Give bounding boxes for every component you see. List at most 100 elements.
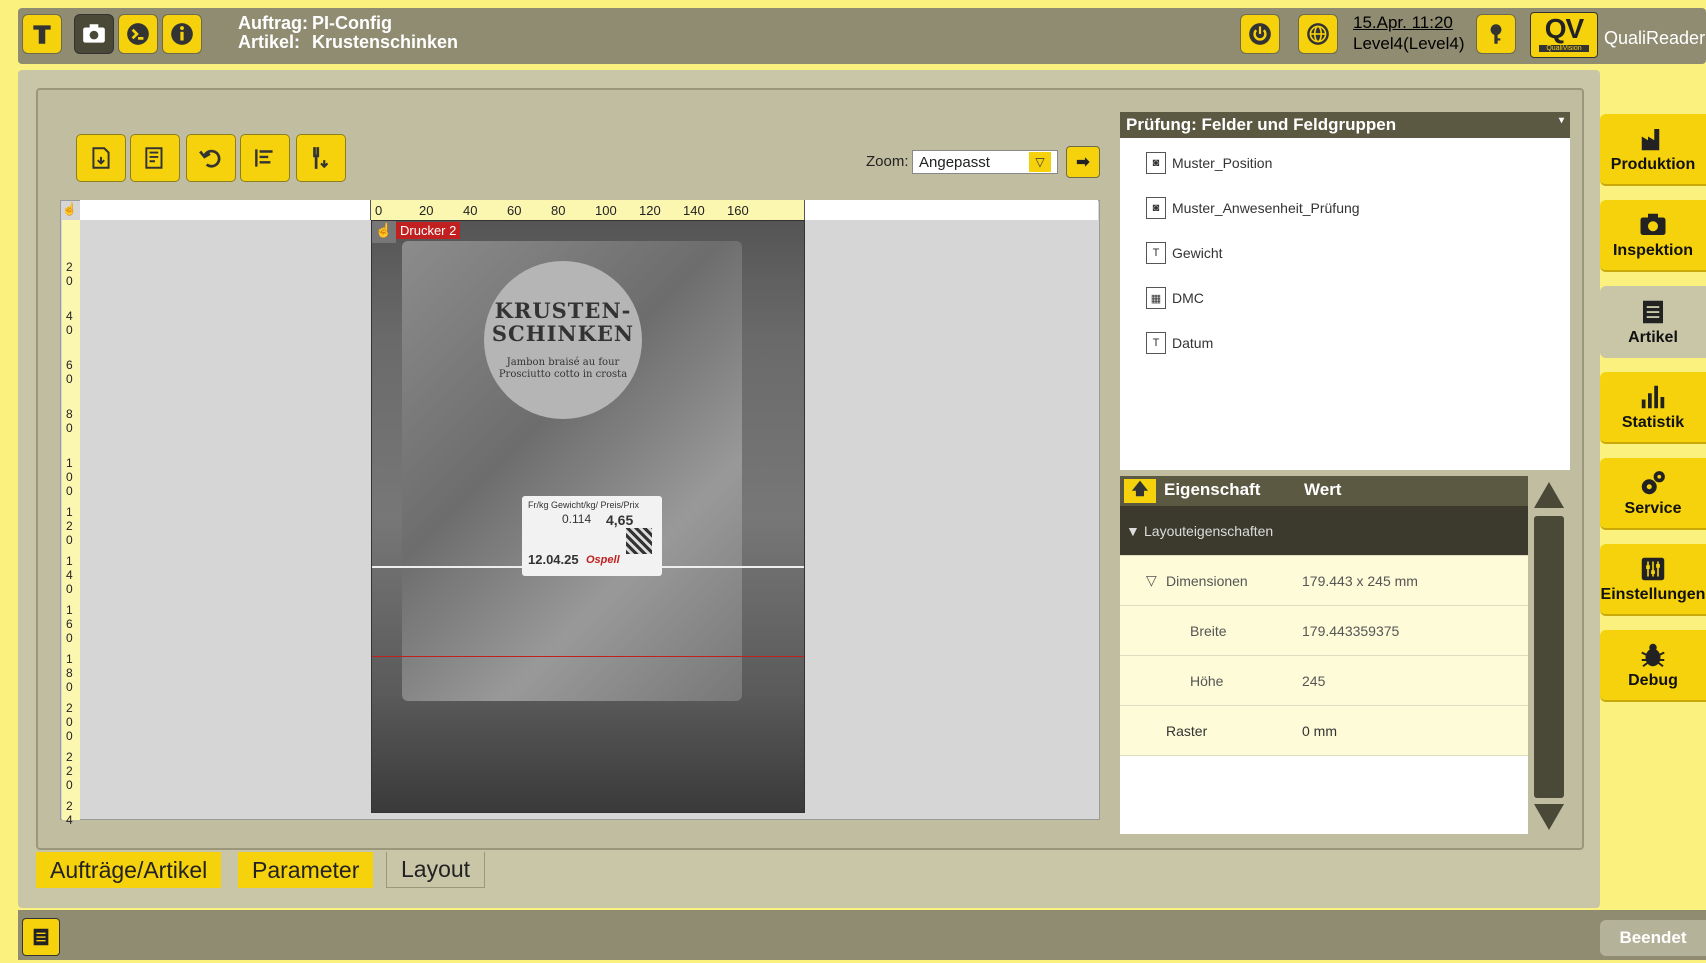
ruler-tick-label: 1 0 0 (66, 456, 73, 498)
gears-icon (1641, 471, 1665, 495)
sidebar-item-produktion[interactable]: Produktion (1600, 114, 1706, 186)
zoom-apply-button[interactable]: ➡ (1066, 146, 1100, 178)
ruler-tick-label: 2 2 0 (66, 750, 73, 792)
property-value[interactable]: 0 mm (1302, 723, 1337, 739)
value-column-header: Wert (1304, 480, 1342, 499)
zoom-label: Zoom: (866, 153, 909, 170)
product-subtitle: Jambon braisé au four Prosciutto cotto i… (498, 357, 628, 380)
field-label: Datum (1172, 335, 1214, 351)
tab-parameter[interactable]: Parameter (238, 852, 374, 888)
property-row[interactable]: Höhe 245 (1120, 656, 1528, 706)
group-label: Layouteigenschaften (1144, 522, 1274, 539)
tools-button[interactable] (118, 14, 158, 54)
group-row[interactable]: ▼ Layouteigenschaften (1120, 506, 1528, 556)
tab-auftraege-artikel[interactable]: Aufträge/Artikel (36, 852, 222, 888)
ruler-tick-label: 1 8 0 (66, 652, 73, 694)
exit-button[interactable]: Beendet (1600, 920, 1706, 956)
dropdown-icon[interactable]: ▾ (1559, 115, 1564, 135)
property-value[interactable]: 179.443359375 (1302, 623, 1399, 639)
price-label-header: Fr/kg Gewicht/kg/ Preis/Prix (528, 500, 640, 510)
camera-icon (1640, 213, 1666, 235)
expand-icon[interactable]: ▽ (1146, 572, 1157, 589)
bug-icon (1641, 643, 1665, 668)
ruler-tick-label: 80 (551, 203, 566, 218)
field-label: Muster_Position (1172, 155, 1273, 171)
field-item[interactable]: T Gewicht (1146, 241, 1223, 265)
sidebar-item-einstellungen[interactable]: Einstellungen (1600, 544, 1706, 616)
field-item[interactable]: T Datum (1146, 331, 1213, 355)
auftrag-value: PI-Config (312, 13, 392, 33)
new-document-icon (92, 147, 110, 169)
t-logo-button[interactable] (22, 14, 62, 54)
tool-settings-button[interactable] (296, 134, 346, 182)
ruler-tick-label: 120 (639, 203, 661, 218)
field-item[interactable]: ◙ Muster_Position (1146, 151, 1272, 175)
brand-logo: Ospell (586, 554, 620, 566)
property-value[interactable]: 245 (1302, 673, 1325, 689)
t-icon (33, 25, 51, 44)
property-name: Breite (1190, 622, 1227, 639)
chevron-down-icon[interactable]: ▽ (1029, 152, 1051, 172)
new-layout-button[interactable] (76, 134, 126, 182)
sidebar-item-label: Service (1624, 500, 1682, 517)
scroll-down-button[interactable] (1532, 802, 1566, 832)
property-row[interactable]: ▽ Dimensionen 179.443 x 245 mm (1120, 556, 1528, 606)
log-button[interactable] (22, 918, 60, 956)
ruler-tick-label: 40 (463, 203, 478, 218)
property-column-header: Eigenschaft (1164, 480, 1261, 499)
sidebar-item-service[interactable]: Service (1600, 458, 1706, 530)
pattern-icon: ◙ (1146, 197, 1166, 219)
camera-image[interactable]: KRUSTEN-SCHINKEN Jambon braisé au four P… (371, 220, 805, 813)
arrow-up-icon[interactable]: 🡅 (1124, 479, 1156, 503)
arrow-right-icon: ➡ (1076, 154, 1090, 171)
fields-list: ◙ Muster_Position ◙ Muster_Anwesenheit_Prü… (1120, 138, 1570, 470)
property-name: Raster (1166, 722, 1208, 739)
field-item[interactable]: ▦ DMC (1146, 286, 1204, 310)
field-label: DMC (1172, 290, 1204, 306)
zoom-select[interactable]: Angepasst ▽ (912, 150, 1058, 174)
property-name: Höhe (1190, 672, 1224, 689)
sidebar-item-artikel[interactable]: Artikel (1600, 286, 1706, 358)
qualivision-logo: QV QualiVision (1530, 12, 1598, 58)
list-icon (1643, 300, 1663, 324)
collapse-icon[interactable]: ▼ (1126, 523, 1140, 539)
align-button[interactable] (240, 134, 290, 182)
login-button[interactable] (1476, 14, 1516, 54)
sidebar-item-label: Einstellungen (1600, 586, 1706, 603)
tools-icon (127, 23, 149, 45)
sidebar-item-inspektion[interactable]: Inspektion (1600, 200, 1706, 272)
sidebar-item-debug[interactable]: Debug (1600, 630, 1706, 702)
weight-value: 0.114 (562, 512, 592, 526)
globe-icon (1307, 23, 1329, 45)
auftrag-label: Auftrag: (238, 13, 308, 33)
zoom-value: Angepasst (919, 153, 990, 171)
property-name: Dimensionen (1166, 572, 1248, 589)
factory-icon (1641, 129, 1660, 151)
ruler-tick-label: 20 (419, 203, 434, 218)
hand-icon[interactable]: ☝ (372, 221, 396, 243)
language-button[interactable] (1298, 14, 1338, 54)
undo-button[interactable] (186, 134, 236, 182)
fields-title: Prüfung: Felder und Feldgruppen (1126, 115, 1397, 134)
ruler-tick-label: 0 (375, 203, 383, 218)
date-value: 12.04.25 (528, 552, 579, 567)
alignment-line[interactable] (372, 656, 804, 657)
fields-header[interactable]: Prüfung: Felder und Feldgruppen ▾ (1120, 112, 1570, 138)
field-label: Muster_Anwesenheit_Prüfung (1172, 200, 1360, 216)
edit-layout-button[interactable] (130, 134, 180, 182)
printer-region[interactable]: ☝ Drucker 2 (372, 221, 466, 243)
hand-cursor-icon[interactable]: ☝ (62, 202, 78, 218)
scroll-up-button[interactable] (1532, 480, 1566, 510)
scrollbar-thumb[interactable] (1534, 516, 1564, 798)
power-button[interactable] (1240, 14, 1280, 54)
field-item[interactable]: ◙ Muster_Anwesenheit_Prüfung (1146, 196, 1360, 220)
ruler-tick-label: 4 0 (66, 309, 73, 337)
tab-layout[interactable]: Layout (386, 852, 486, 888)
ocr-icon: T (1146, 242, 1166, 264)
camera-button[interactable] (74, 14, 114, 54)
property-row[interactable]: Breite 179.443359375 (1120, 606, 1528, 656)
info-icon (171, 23, 193, 45)
info-button[interactable] (162, 14, 202, 54)
sidebar-item-statistik[interactable]: Statistik (1600, 372, 1706, 444)
property-row[interactable]: Raster 0 mm (1120, 706, 1528, 756)
